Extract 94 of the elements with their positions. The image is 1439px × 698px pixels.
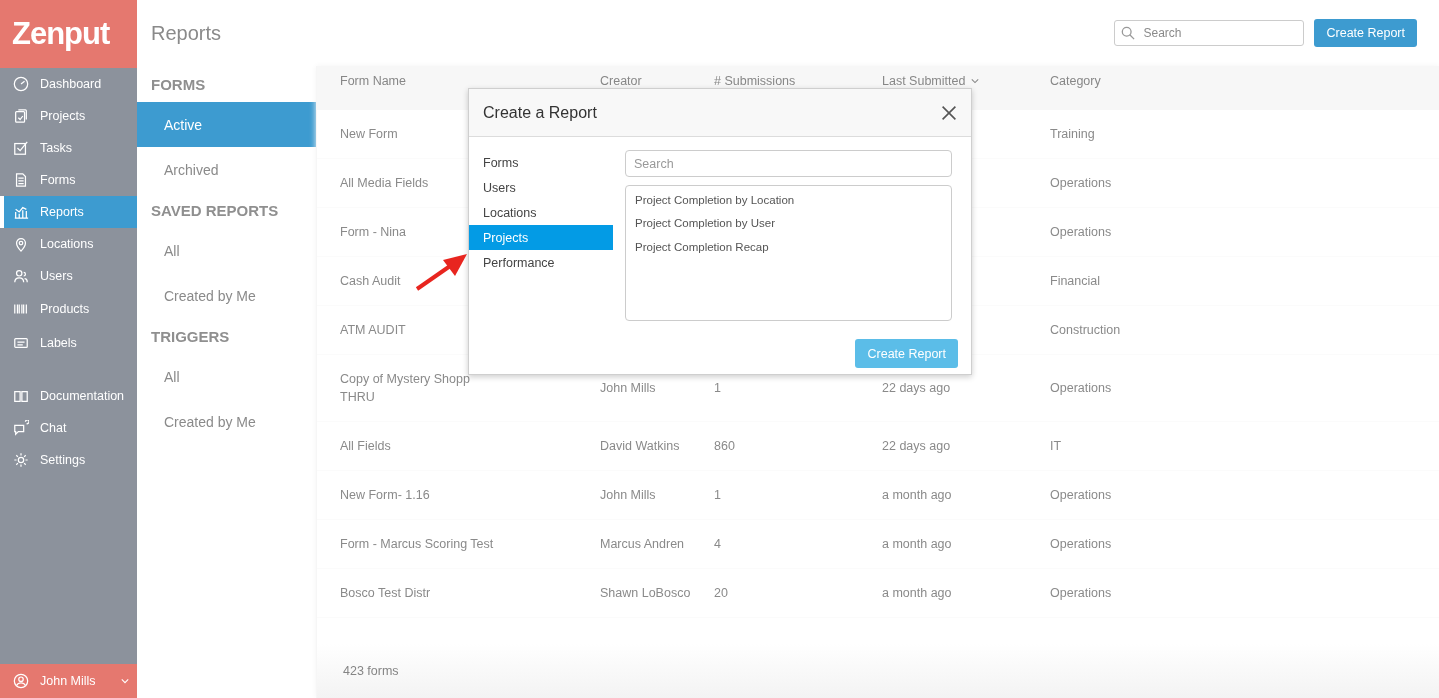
table-cell: 860 — [714, 439, 735, 453]
report-option[interactable]: Project Completion by User — [635, 211, 942, 235]
table-cell: 20 — [714, 586, 728, 600]
table-cell: 1 — [714, 488, 721, 502]
nav-item[interactable]: All — [137, 354, 316, 399]
chat-bubble-icon — [13, 420, 29, 436]
close-icon[interactable] — [941, 104, 957, 121]
sidebar-item[interactable]: Labels — [0, 326, 137, 360]
logo[interactable]: Zenput — [12, 16, 110, 52]
table-cell: Operations — [1050, 176, 1112, 190]
table-cell: Marcus Andren — [600, 537, 685, 551]
category-item[interactable]: Performance — [469, 250, 613, 275]
table-cell: a month ago — [882, 537, 952, 551]
table-cell: Operations — [1050, 225, 1112, 239]
page-title: Reports — [151, 21, 222, 45]
table-cell: Operations — [1050, 381, 1112, 395]
category-item[interactable]: Projects — [469, 225, 613, 250]
sidebar-item[interactable]: Locations — [0, 228, 137, 260]
table-cell-text: ATM AUDIT — [340, 322, 406, 339]
checkbox-icon — [13, 140, 29, 156]
category-item[interactable]: Forms — [469, 150, 613, 175]
bar-chart-icon — [13, 204, 29, 220]
table-cell: 4 — [714, 537, 721, 551]
column-header[interactable]: Form Name — [340, 74, 406, 88]
gear-icon — [13, 452, 29, 468]
search-icon — [1121, 26, 1136, 40]
search-field[interactable]: Search — [1114, 20, 1305, 46]
sidebar-item[interactable]: Products — [0, 292, 137, 326]
report-option[interactable]: Project Completion by Location — [635, 188, 942, 212]
sidebar-item[interactable]: Dashboard — [0, 68, 137, 100]
sidebar-item[interactable]: Users — [0, 260, 137, 292]
table-cell-text: Copy of Mystery Shopp THRU — [340, 371, 470, 406]
pointer-arrow — [415, 252, 469, 292]
dialog-title: Create a Report — [483, 103, 597, 122]
book-icon — [13, 388, 29, 404]
table-cell: Construction — [1050, 323, 1121, 337]
table-cell: John Mills — [600, 381, 656, 395]
table-cell-text: Form - Nina — [340, 224, 406, 241]
table-cell-text: New Form — [340, 126, 398, 143]
table-cell: Training — [1050, 127, 1095, 141]
table-cell: John Mills — [600, 488, 656, 502]
document-icon — [13, 172, 29, 188]
nav-item[interactable]: Created by Me — [137, 399, 316, 444]
nav-item[interactable]: All — [137, 228, 316, 273]
nav-item[interactable]: Archived — [137, 147, 316, 192]
table-cell: 22 days ago — [882, 381, 951, 395]
documents-icon — [13, 108, 29, 124]
table-cell: Shawn LoBosco — [600, 586, 691, 600]
table-cell: David Watkins — [600, 439, 680, 453]
table-cell-text: New Form- 1.16 — [340, 487, 430, 504]
form-count: 423 forms — [343, 664, 399, 678]
section-heading: SAVED REPORTS — [150, 200, 280, 221]
category-item[interactable]: Users — [469, 175, 613, 200]
table-cell: Operations — [1050, 537, 1112, 551]
table-cell-text: Cash Audit — [340, 273, 401, 290]
table-cell-text: All Media Fields — [340, 175, 429, 192]
sidebar-item[interactable]: Reports — [0, 196, 137, 228]
label-icon — [13, 335, 29, 351]
column-header[interactable]: Creator — [600, 74, 642, 88]
table-cell-text: Bosco Test Distr — [340, 585, 431, 602]
sidebar-item[interactable]: Tasks — [0, 132, 137, 164]
table-cell: a month ago — [882, 586, 952, 600]
column-header[interactable]: Category — [1050, 74, 1101, 88]
column-header[interactable]: # Submissions — [714, 74, 796, 88]
category-item[interactable]: Locations — [469, 200, 613, 225]
table-cell: IT — [1050, 439, 1062, 453]
table-cell: a month ago — [882, 488, 952, 502]
table-cell: 1 — [714, 381, 721, 395]
table-cell: 22 days ago — [882, 439, 951, 453]
user-avatar-icon — [13, 673, 29, 689]
user-menu[interactable]: John Mills — [0, 664, 137, 698]
sidebar-item[interactable]: Chat — [0, 412, 137, 444]
search-field[interactable]: Search — [625, 150, 952, 177]
gauge-icon — [13, 76, 29, 92]
sidebar-item[interactable]: Forms — [0, 164, 137, 196]
create-report-button[interactable]: Create Report — [855, 339, 958, 368]
create-report-button[interactable]: Create Report — [1314, 19, 1417, 47]
table-cell-text: All Fields — [340, 438, 391, 455]
table-cell: Operations — [1050, 586, 1112, 600]
table-cell-text: Form - Marcus Scoring Test — [340, 536, 494, 553]
section-heading: FORMS — [150, 74, 207, 95]
map-pin-icon — [13, 236, 29, 252]
sidebar-item[interactable]: Documentation — [0, 380, 137, 412]
users-icon — [13, 268, 29, 284]
sidebar-item[interactable]: Projects — [0, 100, 137, 132]
table-cell: Financial — [1050, 274, 1101, 288]
table-cell: Operations — [1050, 488, 1112, 502]
report-option[interactable]: Project Completion Recap — [635, 235, 942, 259]
column-header[interactable]: Last Submitted — [882, 74, 980, 88]
nav-item[interactable]: Created by Me — [137, 273, 316, 318]
nav-item[interactable]: Active — [137, 102, 316, 147]
sidebar-item[interactable]: Settings — [0, 444, 137, 476]
section-heading: TRIGGERS — [150, 326, 231, 347]
chevron-down-icon — [120, 678, 129, 684]
